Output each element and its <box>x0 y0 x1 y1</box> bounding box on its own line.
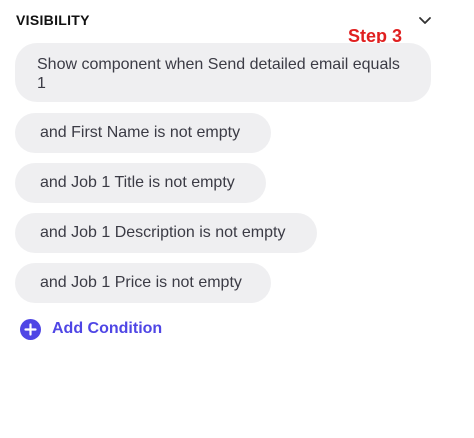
chevron-down-icon[interactable] <box>416 12 434 30</box>
add-condition-button[interactable]: Add Condition <box>20 318 162 340</box>
section-title: VISIBILITY <box>16 12 90 28</box>
condition-label: Show component when Send detailed email … <box>37 56 400 92</box>
visibility-panel: VISIBILITY Step 3 Show component when Se… <box>0 0 474 438</box>
condition-item[interactable]: and Job 1 Description is not empty <box>15 213 317 253</box>
condition-label: and Job 1 Description is not empty <box>40 224 286 241</box>
condition-item[interactable]: and First Name is not empty <box>15 113 271 153</box>
plus-circle-icon <box>20 318 41 340</box>
condition-label: and First Name is not empty <box>40 124 241 141</box>
condition-item[interactable]: and Job 1 Title is not empty <box>15 163 266 203</box>
condition-label: and Job 1 Price is not empty <box>40 274 242 291</box>
add-condition-label: Add Condition <box>52 320 163 337</box>
condition-item[interactable]: and Job 1 Price is not empty <box>15 263 271 303</box>
condition-item[interactable]: Show component when Send detailed email … <box>15 43 431 102</box>
condition-label: and Job 1 Title is not empty <box>40 174 235 191</box>
